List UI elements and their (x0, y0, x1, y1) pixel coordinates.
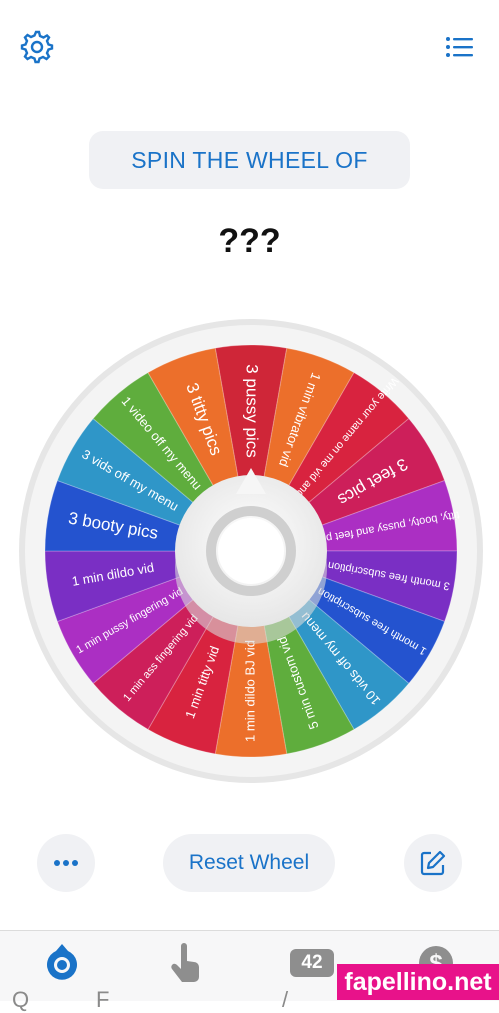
tab-pick[interactable] (166, 943, 206, 983)
wheel-title-button[interactable]: SPIN THE WHEEL OF (89, 131, 410, 189)
tab-count-badge[interactable]: 42 (290, 949, 334, 977)
more-options-button[interactable] (37, 834, 95, 892)
reset-wheel-button[interactable]: Reset Wheel (163, 834, 335, 892)
wheel-tab-icon (47, 944, 77, 980)
edit-icon (420, 850, 446, 876)
wheel-segment-label: 3 pussy pics (243, 364, 262, 458)
tab-label-cut: F (96, 987, 110, 1012)
tab-label-cut: / (282, 987, 289, 1012)
ellipsis-icon (54, 860, 78, 866)
settings-gear-icon[interactable] (20, 30, 54, 64)
tab-label-cut: Q (12, 987, 30, 1012)
prize-wheel[interactable]: 3 pussy pics 1 min vibrator vidWrite your… (18, 318, 484, 784)
wheel-segment-label: 1 min dildo BJ vid (242, 640, 257, 742)
watermark-logo: fapellino.net (337, 964, 499, 1000)
pointing-hand-icon (171, 943, 199, 982)
tab-wheel[interactable] (42, 943, 82, 983)
spin-result: ??? (218, 222, 281, 260)
list-menu-icon[interactable] (443, 30, 477, 64)
edit-button[interactable] (404, 834, 462, 892)
